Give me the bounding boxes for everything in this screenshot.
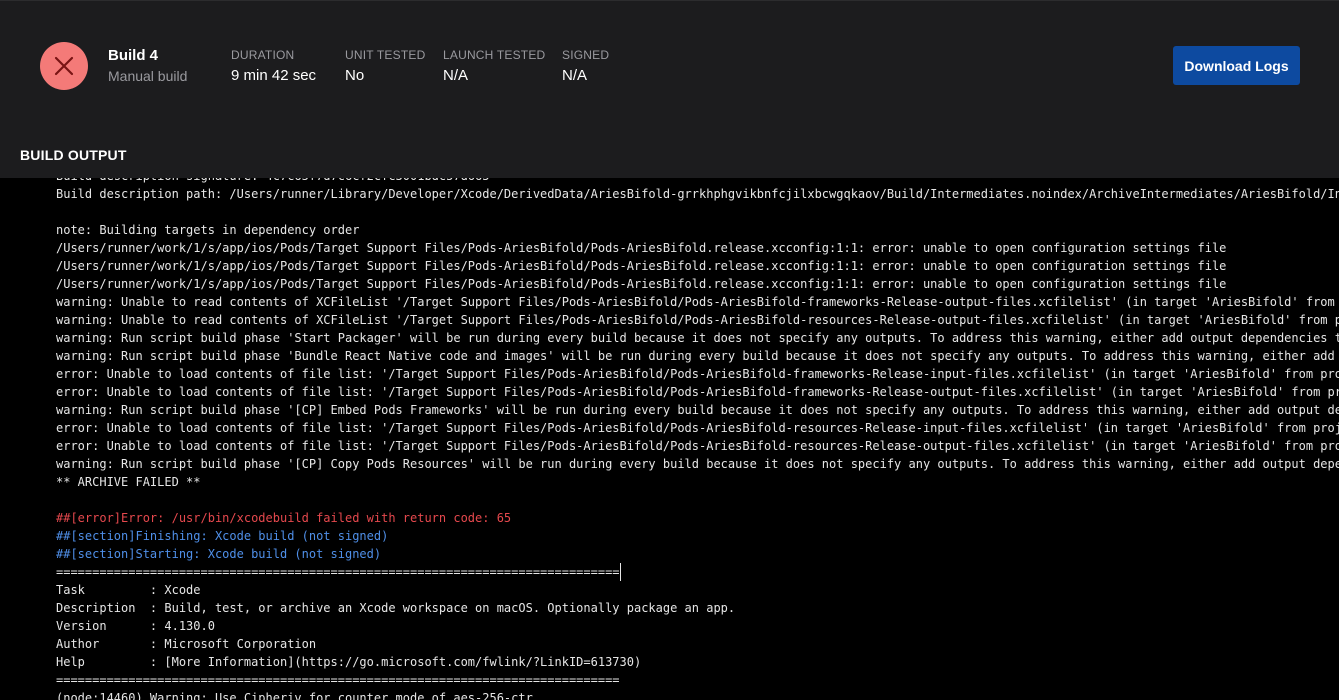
log-line-cursor: ========================================… xyxy=(56,563,621,581)
log-line: ** ARCHIVE FAILED ** xyxy=(56,475,201,489)
log-line: warning: Unable to read contents of XCFi… xyxy=(56,313,1339,327)
stat-value: N/A xyxy=(562,67,588,84)
log-line xyxy=(56,203,1339,221)
log-line: Help : [More Information](https://go.mic… xyxy=(56,655,642,669)
build-title: Build 4 xyxy=(108,47,159,64)
stat-value: N/A xyxy=(443,67,469,84)
build-summary-header: Build 4 Manual build DURATION 9 min 42 s… xyxy=(0,0,1339,130)
log-line xyxy=(56,491,1339,509)
log-line: note: Building targets in dependency ord… xyxy=(56,223,360,237)
log-line: error: Unable to load contents of file l… xyxy=(56,385,1339,399)
log-line: /Users/runner/work/1/s/app/ios/Pods/Targ… xyxy=(56,277,1227,291)
section-title: BUILD OUTPUT xyxy=(20,147,127,163)
log-line: /Users/runner/work/1/s/app/ios/Pods/Targ… xyxy=(56,241,1227,255)
stat-signed: SIGNED N/A xyxy=(562,48,609,85)
log-line: ========================================… xyxy=(56,563,1339,581)
log-line: error: Unable to load contents of file l… xyxy=(56,439,1339,453)
log-line: ##[section]Starting: Xcode build (not si… xyxy=(56,547,382,561)
stat-value: 9 min 42 sec xyxy=(231,67,317,84)
log-line: warning: Unable to read contents of XCFi… xyxy=(56,295,1335,309)
log-lines: Build description signature: 4c7c65f7d7c… xyxy=(56,178,1339,700)
log-line: Build description path: /Users/runner/Li… xyxy=(56,187,1339,201)
download-logs-button[interactable]: Download Logs xyxy=(1173,46,1300,85)
stat-label: UNIT TESTED xyxy=(345,48,426,62)
log-line: Author : Microsoft Corporation xyxy=(56,637,317,651)
build-trigger-type: Manual build xyxy=(108,68,188,84)
close-icon xyxy=(54,56,74,76)
log-line: Task : Xcode xyxy=(56,583,201,597)
log-line: warning: Run script build phase 'Bundle … xyxy=(56,349,1339,363)
log-line: error: Unable to load contents of file l… xyxy=(56,421,1339,435)
log-line: Version : 4.130.0 xyxy=(56,619,215,633)
log-line: warning: Run script build phase '[CP] Co… xyxy=(56,457,1339,471)
build-output-bar: BUILD OUTPUT xyxy=(0,130,1339,178)
log-line: ========================================… xyxy=(56,673,620,687)
stat-launch-tested: LAUNCH TESTED N/A xyxy=(443,48,545,85)
log-line: ##[section]Finishing: Xcode build (not s… xyxy=(56,529,389,543)
log-line: /Users/runner/work/1/s/app/ios/Pods/Targ… xyxy=(56,259,1227,273)
log-line: warning: Run script build phase 'Start P… xyxy=(56,331,1339,345)
stat-duration: DURATION 9 min 42 sec xyxy=(231,48,316,85)
stat-label: LAUNCH TESTED xyxy=(443,48,546,62)
log-line: warning: Run script build phase '[CP] Em… xyxy=(56,403,1339,417)
stat-value: No xyxy=(345,67,365,84)
log-line: (node:14460) Warning: Use Cipheriv for c… xyxy=(56,691,533,700)
log-line: Build description signature: 4c7c65f7d7c… xyxy=(56,178,1339,185)
log-line: ##[error]Error: /usr/bin/xcodebuild fail… xyxy=(56,511,512,525)
stat-label: SIGNED xyxy=(562,48,610,62)
stat-unit-tested: UNIT TESTED No xyxy=(345,48,425,85)
log-line: Description : Build, test, or archive an… xyxy=(56,601,736,615)
log-line: error: Unable to load contents of file l… xyxy=(56,367,1339,381)
stat-label: DURATION xyxy=(231,48,295,62)
build-failed-status xyxy=(40,42,88,90)
build-log-viewer[interactable]: Build description signature: 4c7c65f7d7c… xyxy=(0,178,1339,700)
